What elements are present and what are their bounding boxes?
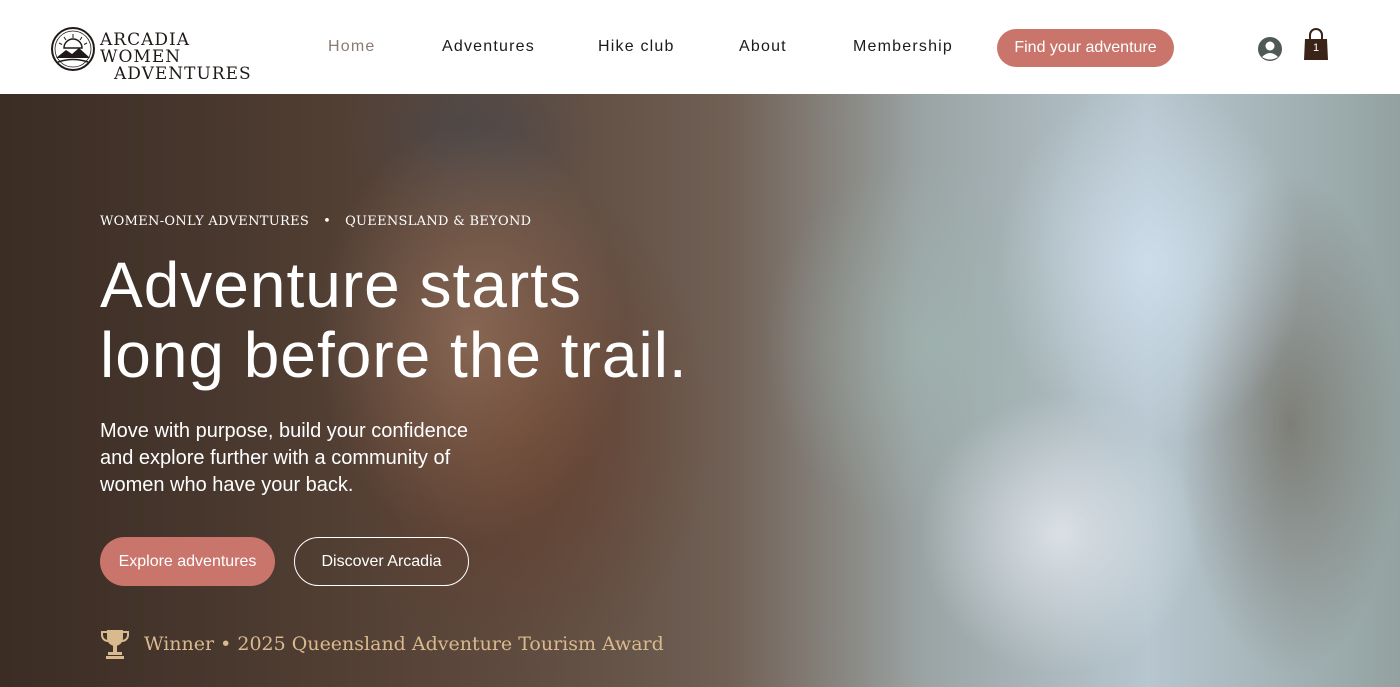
headline-line1: Adventure starts	[100, 249, 582, 321]
trophy-icon	[101, 630, 129, 659]
headline-line2: long before the trail.	[100, 319, 688, 391]
mountain-sun-logo-icon	[51, 27, 95, 71]
discover-arcadia-button[interactable]: Discover Arcadia	[294, 537, 469, 586]
find-adventure-button[interactable]: Find your adventure	[997, 29, 1174, 67]
nav-item-membership[interactable]: Membership	[853, 38, 953, 56]
brand-name-line1: Arcadia Women	[100, 30, 190, 67]
site-header: Arcadia Women Adventures Home Adventures…	[0, 0, 1400, 94]
hero-eyebrow: WOMEN-ONLY ADVENTURES • QUEENSLAND & BEYON…	[100, 214, 531, 229]
explore-adventures-button[interactable]: Explore adventures	[100, 537, 275, 586]
award-text: Winner • 2025 Queensland Adventure Touri…	[144, 633, 664, 655]
eyebrow-queensland: QUEENSLAND & BEYOND	[345, 214, 532, 229]
nav-item-about[interactable]: About	[739, 38, 787, 56]
eyebrow-women-only: WOMEN-ONLY ADVENTURES	[100, 214, 310, 229]
brand-logo[interactable]: Arcadia Women Adventures	[50, 26, 265, 83]
brand-name: Arcadia Women Adventures	[100, 32, 265, 83]
nav-item-home[interactable]: Home	[328, 38, 375, 56]
hero-subtext: Move with purpose, build your confidence…	[100, 420, 468, 496]
hero-headline: Adventure starts long before the trail.	[100, 250, 720, 390]
nav-item-hike-club[interactable]: Hike club	[598, 38, 675, 56]
nav-item-adventures[interactable]: Adventures	[442, 38, 535, 56]
brand-name-line2: Adventures	[114, 64, 252, 84]
eyebrow-separator: •	[323, 214, 332, 229]
hero-section: WOMEN-ONLY ADVENTURES • QUEENSLAND & BEYON…	[0, 94, 1400, 687]
user-account-icon[interactable]	[1257, 36, 1283, 62]
cart-count-badge: 1	[1312, 42, 1320, 54]
